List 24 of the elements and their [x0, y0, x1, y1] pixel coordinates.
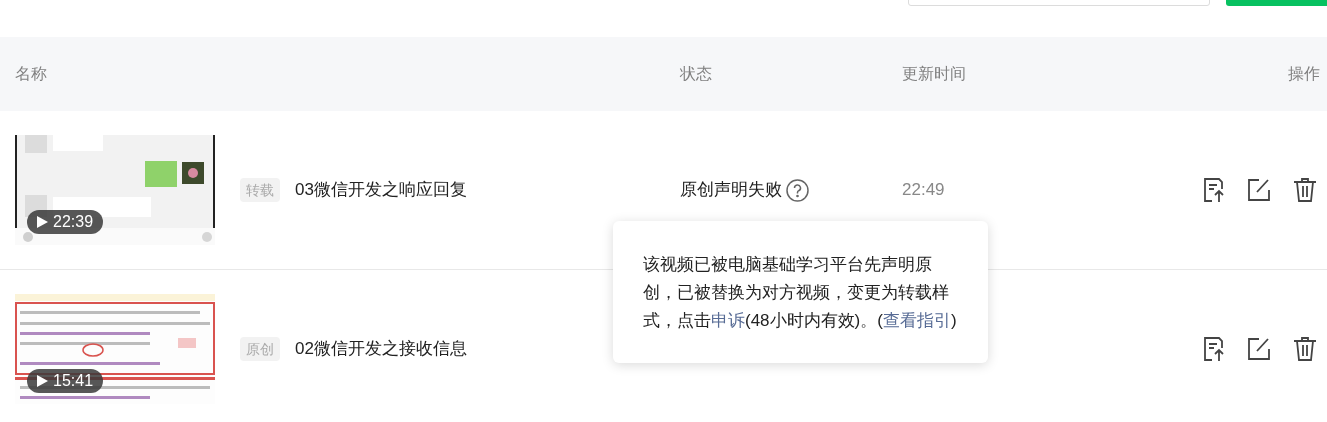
video-title[interactable]: 02微信开发之接收信息 [295, 336, 467, 362]
column-header: 更新时间 [902, 64, 967, 84]
column-header: 名称 [15, 64, 48, 84]
status-text: 原创声明失败 [680, 179, 782, 202]
link[interactable]: 申诉 [711, 311, 745, 330]
trash-icon[interactable] [1293, 336, 1317, 362]
update-time: 22:49 [902, 180, 945, 200]
document-upload-icon[interactable] [1203, 336, 1225, 362]
duration-badge: 22:39 [27, 210, 104, 234]
edit-icon[interactable] [1247, 337, 1271, 361]
help-icon[interactable] [786, 178, 809, 202]
video-title[interactable]: 03微信开发之响应回复 [295, 177, 467, 203]
tooltip-text: 该视频已被电脑基础学习平台先声明原创，已被替换为对方视频，变更为转载样式，点击申诉(48小时内有效)。(查看指引) [643, 254, 958, 332]
duration-badge: 15:41 [27, 369, 104, 393]
play-icon [37, 216, 48, 228]
trash-icon[interactable] [1293, 177, 1317, 203]
tag: 原创 [240, 337, 280, 361]
document-upload-icon[interactable] [1203, 177, 1225, 203]
column-header: 状态 [680, 64, 713, 84]
edit-icon[interactable] [1247, 178, 1271, 202]
link[interactable]: 查看指引 [882, 311, 951, 330]
play-icon [37, 375, 48, 387]
column-header: 操作 [1288, 64, 1320, 84]
tag: 转载 [240, 178, 280, 202]
